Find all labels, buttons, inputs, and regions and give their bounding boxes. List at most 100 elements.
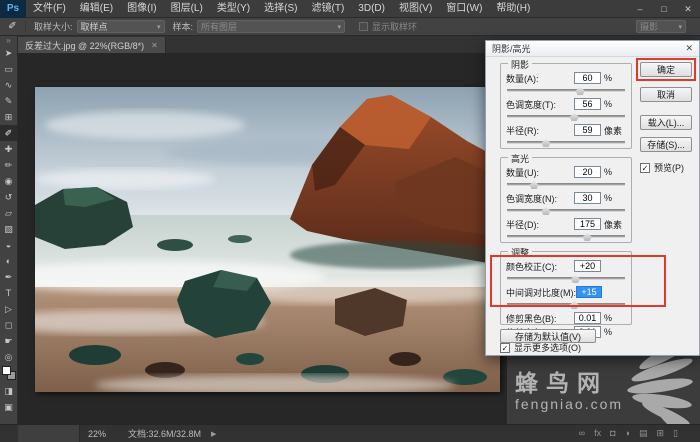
color-correction-field[interactable]: +20 (574, 260, 601, 272)
menu-select[interactable]: 选择(S) (257, 0, 304, 18)
load-button[interactable]: 载入(L)... (640, 115, 692, 130)
photo-image[interactable] (35, 87, 500, 392)
zoom-level-field[interactable]: 22% (88, 429, 106, 439)
link-layers-icon[interactable]: ∞ (579, 428, 585, 439)
quick-mask-icon[interactable]: ◨ (0, 383, 18, 399)
menu-filter[interactable]: 滤镜(T) (305, 0, 352, 18)
highlight-tonal-width-field[interactable]: 30 (574, 192, 601, 204)
shadow-radius-label: 半径(R): (506, 124, 574, 137)
pen-tool-icon[interactable]: ✒ (0, 269, 18, 285)
highlight-radius-field[interactable]: 175 (574, 218, 601, 230)
marquee-tool-icon[interactable]: ▭ (0, 61, 18, 77)
close-tab-icon[interactable]: ✕ (151, 41, 158, 50)
color-swatches[interactable] (0, 365, 18, 383)
healing-brush-tool-icon[interactable]: ✚ (0, 141, 18, 157)
dialog-close-icon[interactable]: ✕ (685, 43, 693, 54)
highlight-amount-field[interactable]: 20 (574, 166, 601, 178)
highlight-amount-label: 数量(U): (506, 166, 574, 179)
zoom-tool-icon[interactable]: ◎ (0, 349, 18, 365)
highlight-tonal-width-slider[interactable] (507, 205, 625, 217)
document-tab-title: 反差过大.jpg @ 22%(RGB/8*) (25, 39, 144, 52)
panel-dock: 蜂鸟网 fengniao.com (507, 356, 700, 424)
black-clip-field[interactable]: 0.01 (574, 312, 601, 324)
shadow-tonal-width-field[interactable]: 56 (574, 98, 601, 110)
delete-layer-icon[interactable]: ▯ (673, 428, 678, 439)
color-correction-label: 颜色校正(C): (506, 260, 574, 273)
history-brush-tool-icon[interactable]: ↺ (0, 189, 18, 205)
shadow-radius-field[interactable]: 59 (574, 124, 601, 136)
shadow-radius-slider[interactable] (507, 137, 625, 149)
show-more-options-label: 显示更多选项(O) (514, 341, 581, 354)
midtone-contrast-field[interactable]: +15 (576, 286, 602, 298)
save-button[interactable]: 存储(S)... (640, 137, 692, 152)
highlight-amount-slider[interactable] (507, 179, 625, 191)
adjustment-layer-icon[interactable]: ◑ (625, 428, 630, 439)
cancel-button[interactable]: 取消 (640, 87, 692, 102)
shadow-amount-field[interactable]: 60 (574, 72, 601, 84)
blur-tool-icon[interactable]: ◒ (0, 237, 18, 253)
menu-window[interactable]: 窗口(W) (439, 0, 489, 18)
menu-type[interactable]: 类型(Y) (210, 0, 257, 18)
eyedropper-icon[interactable]: ✐ (0, 21, 26, 32)
menu-edit[interactable]: 编辑(E) (73, 0, 120, 18)
menu-bar: Ps 文件(F) 编辑(E) 图像(I) 图层(L) 类型(Y) 选择(S) 滤… (0, 0, 700, 18)
type-tool-icon[interactable]: T (0, 285, 18, 301)
eraser-tool-icon[interactable]: ▱ (0, 205, 18, 221)
move-tool-icon[interactable]: ➤ (0, 45, 18, 61)
status-corner-block (18, 425, 80, 442)
eyedropper-tool-icon[interactable]: ✐ (0, 125, 18, 141)
dodge-tool-icon[interactable]: ◐ (0, 253, 18, 269)
layer-group-icon[interactable]: ▤ (639, 428, 648, 439)
shadow-amount-slider[interactable] (507, 85, 625, 97)
brush-tool-icon[interactable]: ✏ (0, 157, 18, 173)
crop-tool-icon[interactable]: ⊞ (0, 109, 18, 125)
menu-help[interactable]: 帮助(H) (489, 0, 537, 18)
shadow-amount-unit: % (604, 73, 626, 83)
menu-view[interactable]: 视图(V) (392, 0, 439, 18)
workspace-value: 摄影 (640, 20, 658, 33)
layer-style-icon[interactable]: fx (594, 428, 601, 439)
sample-size-value: 取样点 (81, 20, 108, 33)
shape-tool-icon[interactable]: ◻ (0, 317, 18, 333)
ok-button[interactable]: 确定 (640, 62, 692, 77)
highlight-radius-slider[interactable] (507, 231, 625, 243)
menu-3d[interactable]: 3D(D) (351, 0, 392, 18)
workspace-dropdown[interactable]: 摄影 ▾ (636, 20, 686, 33)
shadows-highlights-dialog: 阴影/高光 ✕ 阴影 数量(A):60% 色调宽度(T):56% 半径(R):5… (485, 40, 700, 356)
status-bar: 22% 文档:32.6M/32.8M ▶ ∞ fx ◘ ◑ ▤ ⊞ ▯ (0, 424, 700, 442)
color-correction-slider[interactable] (507, 273, 625, 285)
preview-checkbox[interactable]: ✓ (640, 163, 650, 173)
sample-size-dropdown[interactable]: 取样点 ▾ (77, 20, 165, 33)
layer-mask-icon[interactable]: ◘ (610, 428, 615, 439)
lasso-tool-icon[interactable]: ∿ (0, 77, 18, 93)
midtone-contrast-slider[interactable] (507, 299, 625, 311)
shadow-tonal-width-slider[interactable] (507, 111, 625, 123)
show-more-options-checkbox[interactable]: ✓ (500, 343, 510, 353)
menu-image[interactable]: 图像(I) (120, 0, 163, 18)
show-sampling-ring-checkbox[interactable] (359, 22, 368, 31)
minimize-button[interactable]: – (628, 0, 652, 18)
chevron-down-icon: ▾ (338, 23, 342, 31)
layers-panel-buttons: ∞ fx ◘ ◑ ▤ ⊞ ▯ (579, 428, 678, 439)
menu-layer[interactable]: 图层(L) (164, 0, 210, 18)
close-button[interactable]: ✕ (676, 0, 700, 18)
screen-mode-icon[interactable]: ▣ (0, 399, 18, 415)
shadows-legend: 阴影 (508, 58, 532, 71)
collapse-panel-icon[interactable]: » (0, 36, 18, 45)
gradient-tool-icon[interactable]: ▨ (0, 221, 18, 237)
hand-tool-icon[interactable]: ☛ (0, 333, 18, 349)
new-layer-icon[interactable]: ⊞ (657, 428, 665, 439)
maximize-button[interactable]: □ (652, 0, 676, 18)
menu-file[interactable]: 文件(F) (26, 0, 73, 18)
black-clip-label: 修剪黑色(B): (506, 312, 574, 325)
seascape-photo (35, 87, 500, 392)
path-selection-tool-icon[interactable]: ▷ (0, 301, 18, 317)
adjustments-group: 调整 颜色校正(C):+20 中间调对比度(M):+15 修剪黑色(B):0.0… (500, 251, 632, 325)
quick-selection-tool-icon[interactable]: ✎ (0, 93, 18, 109)
sample-dropdown[interactable]: 所有图层 ▾ (197, 20, 345, 33)
clone-stamp-tool-icon[interactable]: ◉ (0, 173, 18, 189)
document-tab[interactable]: 反差过大.jpg @ 22%(RGB/8*) ✕ (18, 37, 166, 54)
foreground-color-swatch[interactable] (2, 366, 11, 375)
dialog-titlebar[interactable]: 阴影/高光 ✕ (486, 41, 699, 57)
status-arrow-icon[interactable]: ▶ (211, 430, 216, 438)
